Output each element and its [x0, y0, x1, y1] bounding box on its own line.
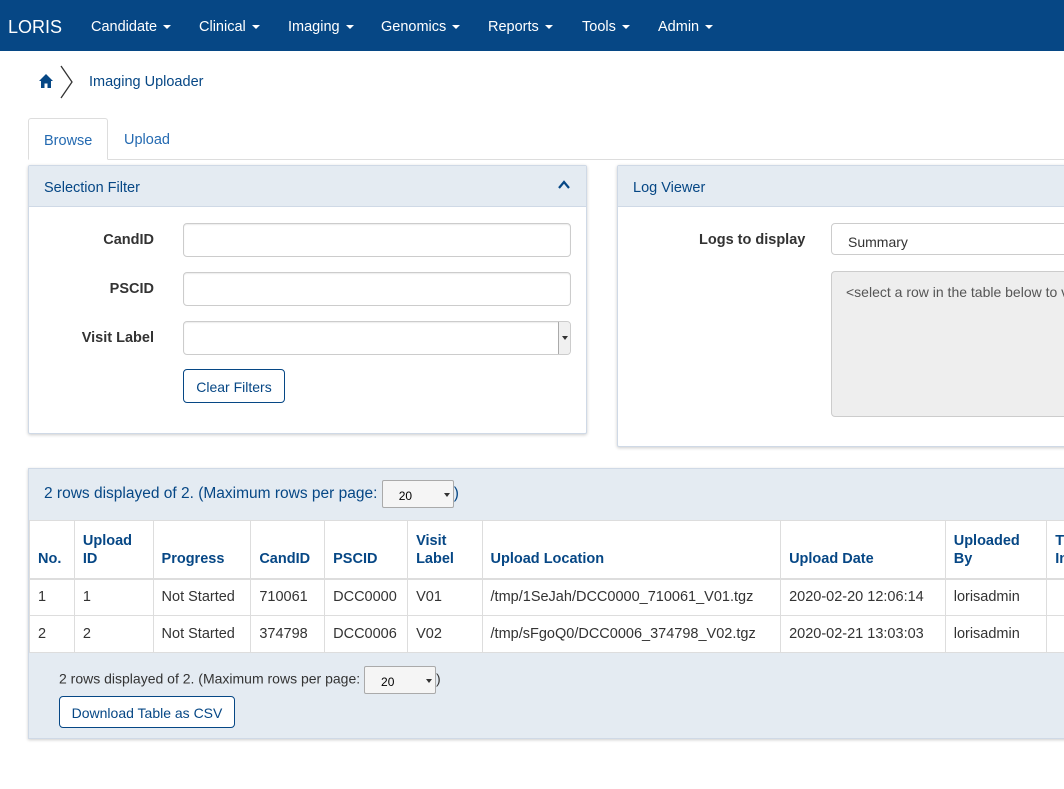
table-cell: /tmp/1SeJah/DCC0000_710061_V01.tgz	[481, 578, 782, 616]
nav-label: Tools	[582, 19, 616, 35]
nav-label: Imaging	[288, 19, 340, 35]
panel-title: Selection Filter	[44, 180, 140, 196]
candid-label: CandID	[103, 232, 154, 248]
home-icon[interactable]	[38, 73, 54, 89]
nav-label: Genomics	[381, 19, 447, 35]
pscid-label: PSCID	[109, 281, 154, 297]
nav-genomics-menu[interactable]: Genomics	[381, 19, 461, 35]
top-navbar: LORIS Candidate Clinical Imaging Genomic…	[0, 0, 1064, 51]
table-cell: /tmp/sFgoQ0/DCC0006_374798_V02.tgz	[481, 615, 782, 653]
nav-label: Reports	[488, 19, 539, 35]
nav-label: Admin	[658, 19, 700, 35]
uploads-table: No. Upload ID Progress CandID PSCID Visi…	[29, 520, 1064, 653]
tab-browse[interactable]: Browse	[28, 118, 109, 160]
rows-info-text: 2 rows displayed of 2. (Maximum rows per…	[44, 485, 378, 503]
table-cell: Not Started	[152, 578, 252, 616]
column-header[interactable]: Uploaded By	[944, 520, 1048, 580]
log-viewer-panel: Log Viewer Logs to display Summary <sele…	[617, 165, 1064, 447]
table-cell: 2020-02-20 12:06:14	[780, 578, 946, 616]
column-header[interactable]: Upload Location	[481, 520, 782, 580]
rows-per-page-select-top[interactable]: 20	[381, 480, 454, 508]
column-header[interactable]: CandID	[250, 520, 326, 580]
table-cell: 1	[73, 578, 154, 616]
table-cell: 2	[73, 615, 154, 653]
table-cell: V02	[407, 615, 483, 653]
table-cell: 1	[29, 578, 75, 616]
column-header[interactable]: Visit Label	[407, 520, 483, 580]
tab-bar: Browse Upload	[28, 118, 1064, 160]
table-cell	[1046, 615, 1064, 653]
candid-input[interactable]	[183, 223, 571, 257]
rows-per-page-select-bottom[interactable]: 20	[364, 666, 437, 694]
results-table-panel: 2 rows displayed of 2. (Maximum rows per…	[28, 468, 1064, 739]
table-cell: 374798	[250, 615, 326, 653]
table-cell	[1046, 578, 1064, 616]
rows-info-suffix: )	[436, 670, 441, 687]
column-header[interactable]: Progress	[152, 520, 252, 580]
log-text-area[interactable]: <select a row in the table below to v	[831, 271, 1064, 417]
nav-admin-menu[interactable]: Admin	[658, 19, 714, 35]
caret-down-icon	[705, 25, 714, 30]
breadcrumb: Imaging Uploader	[28, 62, 328, 102]
table-header-row: No. Upload ID Progress CandID PSCID Visi…	[29, 520, 1064, 580]
rows-info-bottom: 2 rows displayed of 2. (Maximum rows per…	[59, 666, 441, 694]
download-csv-button[interactable]: Download Table as CSV	[59, 696, 235, 728]
caret-down-icon	[544, 25, 553, 30]
column-header[interactable]: No.	[29, 520, 75, 580]
column-header[interactable]: T In	[1046, 520, 1064, 580]
logs-to-display-label: Logs to display	[699, 232, 806, 248]
breadcrumb-current[interactable]: Imaging Uploader	[89, 74, 203, 90]
tab-upload[interactable]: Upload	[109, 118, 185, 160]
table-cell: DCC0006	[324, 615, 409, 653]
selection-filter-panel: Selection Filter CandID PSCID Visit Labe…	[28, 165, 587, 434]
table-cell: DCC0000	[324, 578, 409, 616]
nav-imaging-menu[interactable]: Imaging	[288, 19, 354, 35]
nav-reports-menu[interactable]: Reports	[488, 19, 553, 35]
table-row[interactable]: 1 1 Not Started 710061 DCC0000 V01 /tmp/…	[29, 578, 1064, 616]
chevron-up-icon[interactable]	[558, 180, 570, 190]
column-header[interactable]: Upload ID	[73, 520, 154, 580]
table-cell: Not Started	[152, 615, 252, 653]
brand-logo[interactable]: LORIS	[8, 17, 62, 38]
chevron-right-icon	[60, 65, 73, 99]
dropdown-arrow-icon	[558, 322, 570, 354]
table-cell: 2	[29, 615, 75, 653]
pscid-input[interactable]	[183, 272, 571, 306]
nav-label: Candidate	[91, 19, 158, 35]
visit-label-select[interactable]	[183, 321, 571, 355]
column-header[interactable]: Upload Date	[780, 520, 946, 580]
logs-to-display-select[interactable]: Summary	[831, 223, 1064, 255]
caret-down-icon	[251, 25, 260, 30]
selection-filter-heading[interactable]: Selection Filter	[29, 166, 586, 207]
log-viewer-heading: Log Viewer	[618, 166, 1064, 207]
table-cell: lorisadmin	[944, 615, 1048, 653]
table-cell: 710061	[250, 578, 326, 616]
column-header[interactable]: PSCID	[324, 520, 409, 580]
caret-down-icon	[452, 25, 461, 30]
caret-down-icon	[163, 25, 172, 30]
clear-filters-button[interactable]: Clear Filters	[183, 369, 285, 403]
nav-clinical-menu[interactable]: Clinical	[199, 19, 260, 35]
table-row[interactable]: 2 2 Not Started 374798 DCC0006 V02 /tmp/…	[29, 615, 1064, 653]
nav-candidate-menu[interactable]: Candidate	[91, 19, 172, 35]
nav-tools-menu[interactable]: Tools	[582, 19, 630, 35]
caret-down-icon	[621, 25, 630, 30]
table-cell: 2020-02-21 13:03:03	[780, 615, 946, 653]
nav-label: Clinical	[199, 19, 246, 35]
visit-label-label: Visit Label	[81, 330, 154, 346]
panel-title: Log Viewer	[633, 180, 706, 196]
rows-info-top: 2 rows displayed of 2. (Maximum rows per…	[44, 480, 459, 508]
caret-down-icon	[345, 25, 354, 30]
rows-info-text: 2 rows displayed of 2. (Maximum rows per…	[59, 670, 361, 687]
rows-info-suffix: )	[453, 485, 459, 503]
table-cell: V01	[407, 578, 483, 616]
table-cell: lorisadmin	[944, 578, 1048, 616]
